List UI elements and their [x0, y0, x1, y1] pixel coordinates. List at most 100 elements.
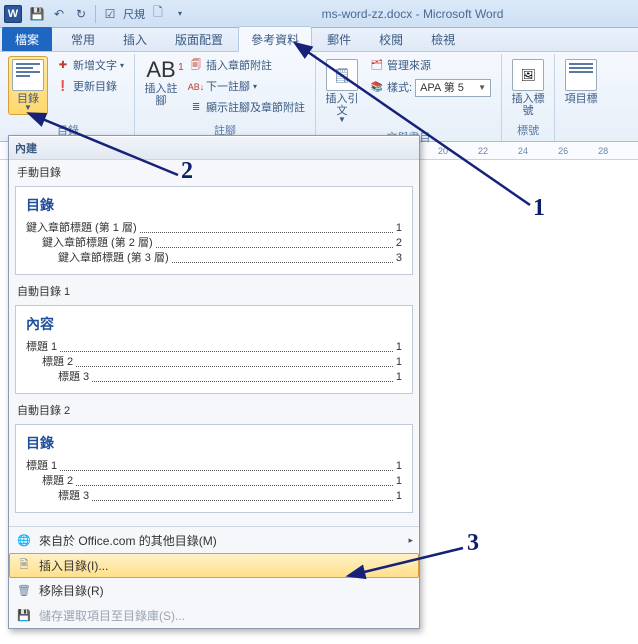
annotation-number-1: 1: [533, 195, 545, 222]
qat-save-icon[interactable]: 💾: [27, 4, 47, 24]
insert-endnote-label: 插入章節附註: [206, 58, 272, 74]
next-footnote-icon: AB↓: [189, 80, 203, 94]
gallery-auto1-label: 自動目錄 1: [17, 283, 411, 299]
item-button[interactable]: 項目標: [561, 56, 601, 108]
tab-mailings[interactable]: 郵件: [314, 26, 364, 51]
style-icon: 📚: [370, 81, 384, 95]
add-text-button[interactable]: ✚新增文字 ▾: [52, 56, 128, 76]
update-toc-button[interactable]: ❗更新目錄: [52, 77, 128, 97]
toc-button[interactable]: 目錄 ▼: [8, 56, 48, 115]
insert-citation-label: 插入引文: [325, 93, 359, 117]
menu-save-gallery: 💾 儲存選取項目至目錄庫(S)...: [9, 603, 419, 628]
update-icon: ❗: [56, 80, 70, 94]
chevron-down-icon: ▼: [24, 103, 32, 112]
qat-repeat-icon[interactable]: ↻: [71, 4, 91, 24]
gallery-manual-preview[interactable]: 目錄 鍵入章節標題 (第 1 層)1 鍵入章節標題 (第 2 層)2 鍵入章節標…: [15, 186, 413, 275]
insert-caption-button[interactable]: 🖼 插入標號: [508, 56, 548, 120]
annotation-number-3: 3: [467, 530, 479, 557]
show-notes-icon: ≣: [189, 101, 203, 115]
style-select[interactable]: APA 第 5▼: [415, 79, 491, 97]
preview-title: 目錄: [26, 433, 402, 453]
group-citations: 🗒 插入引文 ▼ 🗂管理來源 📚樣式: APA 第 5▼ x 文與書目: [316, 54, 502, 141]
manage-sources-icon: 🗂: [370, 59, 384, 73]
show-notes-button[interactable]: ≣顯示註腳及章節附註: [185, 98, 309, 118]
qat-newdoc-icon[interactable]: 🗋: [148, 4, 168, 24]
group-toc: 目錄 ▼ ✚新增文字 ▾ ❗更新目錄 目錄: [2, 54, 135, 141]
menu-insert-toc[interactable]: 🗎 插入目錄(I)...: [9, 553, 419, 578]
tab-references[interactable]: 參考資料: [238, 26, 312, 52]
gallery-auto2-preview[interactable]: 目錄 標題 11 標題 21 標題 31: [15, 424, 413, 513]
tab-insert[interactable]: 插入: [110, 26, 160, 51]
qat-ruler-label: 尺規: [123, 6, 145, 22]
qat-customize-dropdown[interactable]: ▾: [170, 4, 190, 24]
tab-review[interactable]: 校閱: [366, 26, 416, 51]
manage-sources-button[interactable]: 🗂管理來源: [366, 56, 495, 76]
insert-citation-button[interactable]: 🗒 插入引文 ▼: [322, 56, 362, 127]
chevron-down-icon: ▼: [338, 115, 346, 124]
insert-toc-icon: 🗎: [15, 558, 33, 574]
gallery-auto2-label: 自動目錄 2: [17, 402, 411, 418]
preview-l1: 鍵入章節標題 (第 1 層): [26, 221, 137, 236]
menu-insert-toc-label: 插入目錄(I)...: [39, 557, 108, 574]
ruler-tick: 26: [558, 146, 568, 156]
menu-remove-toc[interactable]: 🗑 移除目錄(R): [9, 578, 419, 603]
style-value: APA 第 5: [420, 80, 464, 96]
preview-h2: 標題 2: [42, 474, 73, 489]
next-footnote-button[interactable]: AB↓下一註腳 ▾: [185, 77, 309, 97]
insert-caption-label: 插入標號: [511, 93, 545, 117]
preview-l2: 鍵入章節標題 (第 2 層): [42, 236, 153, 251]
tab-home[interactable]: 常用: [58, 26, 108, 51]
gallery-auto1-preview[interactable]: 內容 標題 11 標題 21 標題 31: [15, 305, 413, 394]
remove-toc-icon: 🗑: [15, 583, 33, 599]
panel-section-builtin: 內建: [9, 136, 419, 160]
item-icon: [565, 59, 597, 91]
insert-endnote-button[interactable]: 🗐插入章節附註: [185, 56, 309, 76]
toc-dropdown-panel: 內建 手動目錄 目錄 鍵入章節標題 (第 1 層)1 鍵入章節標題 (第 2 層…: [8, 135, 420, 629]
add-text-icon: ✚: [56, 59, 70, 73]
citation-style-row: 📚樣式: APA 第 5▼: [366, 77, 495, 99]
ruler-tick: 24: [518, 146, 528, 156]
qat-separator: [95, 5, 96, 23]
endnote-icon: 🗐: [189, 59, 203, 73]
preview-h2: 標題 2: [42, 355, 73, 370]
preview-h3: 標題 3: [58, 370, 89, 385]
save-gallery-icon: 💾: [15, 608, 33, 624]
preview-title: 內容: [26, 314, 402, 334]
insert-footnote-button[interactable]: AB1 插入註腳: [141, 56, 181, 110]
word-app-icon[interactable]: W: [4, 5, 22, 23]
preview-title: 目錄: [26, 195, 402, 215]
preview-h1: 標題 1: [26, 340, 57, 355]
next-footnote-label: 下一註腳: [206, 79, 250, 95]
office-icon: 🌐: [15, 533, 33, 549]
tab-file[interactable]: 檔案: [2, 27, 52, 51]
tab-view[interactable]: 檢視: [418, 26, 468, 51]
group-footnotes: AB1 插入註腳 🗐插入章節附註 AB↓下一註腳 ▾ ≣顯示註腳及章節附註 註腳: [135, 54, 316, 141]
manage-sources-label: 管理來源: [387, 58, 431, 74]
window-title: ms-word-zz.docx - Microsoft Word: [191, 7, 634, 21]
caption-icon: 🖼: [512, 59, 544, 91]
menu-save-gallery-label: 儲存選取項目至目錄庫(S)...: [39, 607, 185, 624]
update-toc-label: 更新目錄: [73, 79, 117, 95]
ribbon: 目錄 ▼ ✚新增文字 ▾ ❗更新目錄 目錄 AB1 插入註腳 🗐插入章節附註 A…: [0, 52, 638, 142]
ribbon-tabs: 檔案 常用 插入 版面配置 參考資料 郵件 校閱 檢視: [0, 28, 638, 52]
menu-office-more-label: 來自於 Office.com 的其他目錄(M): [39, 532, 217, 549]
gallery-manual-label: 手動目錄: [17, 164, 411, 180]
add-text-label: 新增文字: [73, 58, 117, 74]
group-captions: 🖼 插入標號 標號: [502, 54, 555, 141]
tab-layout[interactable]: 版面配置: [162, 26, 236, 51]
title-bar: W 💾 ↶ ↻ ☑ 尺規 🗋 ▾ ms-word-zz.docx - Micro…: [0, 0, 638, 28]
qat-undo-icon[interactable]: ↶: [49, 4, 69, 24]
item-label: 項目標: [565, 93, 598, 105]
menu-office-more[interactable]: 🌐 來自於 Office.com 的其他目錄(M) ▸: [9, 528, 419, 553]
style-label: 樣式:: [387, 80, 412, 96]
show-notes-label: 顯示註腳及章節附註: [206, 100, 305, 116]
footnote-icon: AB1: [142, 59, 179, 81]
group-captions-label: 標號: [508, 120, 548, 141]
toc-icon: [12, 59, 44, 91]
qat-toggle-icon[interactable]: ☑: [100, 4, 120, 24]
preview-h1: 標題 1: [26, 459, 57, 474]
group-index-partial: 項目標: [555, 54, 607, 141]
insert-footnote-label: 插入註腳: [144, 83, 178, 107]
preview-h3: 標題 3: [58, 489, 89, 504]
annotation-number-2: 2: [181, 158, 193, 185]
